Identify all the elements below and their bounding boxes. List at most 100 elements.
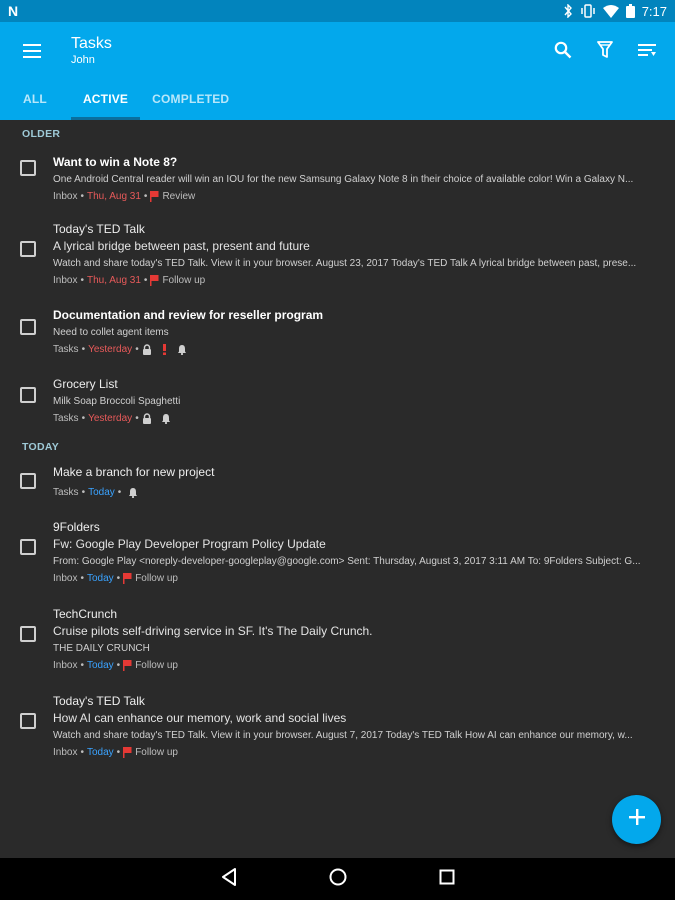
task-checkbox[interactable] (20, 319, 36, 335)
task-list: OLDER Want to win a Note 8? One Android … (0, 120, 675, 858)
task-checkbox[interactable] (20, 241, 36, 257)
meta-separator: • (80, 573, 84, 584)
task-folder: Inbox (53, 573, 78, 584)
search-icon[interactable] (551, 38, 575, 62)
tab-completed[interactable]: COMPLETED (140, 84, 241, 120)
task-checkbox[interactable] (20, 473, 36, 489)
account-name: John (71, 54, 95, 66)
task-due-date: Thu, Aug 31 (86, 275, 141, 286)
app-bar: Tasks John ALL ACTIVE COMPLETED (0, 22, 675, 120)
task-checkbox[interactable] (20, 539, 36, 555)
task-tag: Follow up (162, 275, 206, 286)
task-row[interactable]: Today's TED Talk How AI can enhance our … (0, 687, 675, 774)
task-due-date: Thu, Aug 31 (86, 191, 141, 202)
task-row[interactable]: Today's TED Talk A lyrical bridge betwee… (0, 215, 675, 301)
task-title: Grocery List (53, 377, 118, 391)
task-title: Documentation and review for reseller pr… (53, 308, 324, 322)
flag-icon (123, 573, 132, 584)
bell-icon (177, 344, 187, 355)
meta-separator: • (143, 191, 148, 202)
task-row[interactable]: Make a branch for new project Tasks • To… (0, 458, 675, 513)
task-due-date: Today (86, 660, 114, 671)
task-folder: Tasks (53, 413, 79, 424)
sort-icon[interactable] (635, 38, 659, 62)
task-due-date: Yesterday (88, 344, 133, 355)
task-meta: Tasks • Yesterday • (53, 341, 663, 358)
section-header-today: TODAY (22, 441, 60, 453)
task-title: 9Folders (53, 520, 100, 534)
task-snippet: One Android Central reader will win an I… (53, 174, 634, 185)
task-tag: Review (162, 191, 196, 202)
priority-icon (162, 344, 166, 355)
flag-icon (150, 191, 159, 202)
meta-separator: • (116, 660, 121, 671)
menu-icon[interactable] (20, 39, 44, 63)
task-snippet: Need to collet agent items (53, 327, 169, 338)
task-snippet: THE DAILY CRUNCH (53, 643, 150, 654)
status-bar: N 7:17 (0, 0, 675, 22)
meta-separator: • (80, 191, 84, 202)
meta-separator: • (117, 487, 122, 498)
meta-separator: • (143, 275, 148, 286)
task-due-date: Today (86, 573, 114, 584)
bell-icon (128, 487, 138, 498)
task-row[interactable]: Documentation and review for reseller pr… (0, 301, 675, 370)
wifi-icon (602, 4, 619, 18)
task-checkbox[interactable] (20, 160, 36, 176)
flag-icon (123, 747, 132, 758)
tab-active[interactable]: ACTIVE (70, 84, 141, 120)
task-meta: Tasks • Today • (53, 484, 663, 501)
add-task-button[interactable] (612, 795, 661, 844)
meta-separator: • (81, 413, 86, 424)
meta-separator: • (135, 344, 139, 355)
task-meta: Inbox • Thu, Aug 31 • Review (53, 188, 663, 205)
task-meta: Inbox • Today • Follow up (53, 744, 663, 761)
task-headline: Fw: Google Play Developer Program Policy… (53, 537, 326, 551)
task-due-date: Today (86, 747, 114, 758)
tab-all[interactable]: ALL (0, 84, 71, 120)
task-folder: Tasks (53, 487, 79, 498)
task-title: Make a branch for new project (53, 465, 215, 479)
lock-icon (142, 344, 152, 355)
task-title: Today's TED Talk (53, 222, 145, 236)
task-checkbox[interactable] (20, 713, 36, 729)
page-title: Tasks (71, 35, 112, 52)
task-meta: Inbox • Today • Follow up (53, 657, 663, 674)
task-title: Today's TED Talk (53, 694, 145, 708)
task-tag: Follow up (135, 573, 178, 584)
task-checkbox[interactable] (20, 387, 36, 403)
task-snippet: Watch and share today's TED Talk. View i… (53, 258, 637, 269)
recents-icon[interactable] (439, 869, 455, 890)
meta-separator: • (80, 747, 84, 758)
add-icon (628, 809, 645, 830)
task-checkbox[interactable] (20, 626, 36, 642)
task-meta: Inbox • Today • Follow up (53, 570, 663, 587)
section-header-older: OLDER (22, 128, 61, 140)
task-tag: Follow up (135, 747, 178, 758)
task-title: TechCrunch (53, 607, 118, 621)
tab-bar: ALL ACTIVE COMPLETED (0, 84, 241, 120)
task-snippet: Milk Soap Broccoli Spaghetti (53, 396, 181, 407)
task-row[interactable]: TechCrunch Cruise pilots self-driving se… (0, 600, 675, 687)
task-folder: Inbox (53, 660, 78, 671)
filter-icon[interactable] (593, 38, 617, 62)
back-icon[interactable] (221, 867, 237, 891)
meta-separator: • (80, 660, 84, 671)
flag-icon (123, 660, 132, 671)
task-meta: Tasks • Yesterday • (53, 410, 663, 427)
clock: 7:17 (641, 3, 667, 19)
home-icon[interactable] (329, 868, 347, 891)
task-row[interactable]: 9Folders Fw: Google Play Developer Progr… (0, 513, 675, 600)
task-folder: Tasks (53, 344, 79, 355)
task-row[interactable]: Grocery List Milk Soap Broccoli Spaghett… (0, 370, 675, 436)
bell-icon (161, 413, 171, 424)
task-due-date: Yesterday (88, 413, 133, 424)
task-folder: Inbox (53, 275, 78, 286)
meta-separator: • (116, 573, 121, 584)
notification-app-icon: N (8, 3, 19, 19)
system-nav-bar (0, 858, 675, 900)
task-meta: Inbox • Thu, Aug 31 • Follow up (53, 272, 663, 289)
task-row[interactable]: Want to win a Note 8? One Android Centra… (0, 148, 675, 215)
battery-icon (625, 4, 635, 18)
meta-separator: • (80, 275, 84, 286)
